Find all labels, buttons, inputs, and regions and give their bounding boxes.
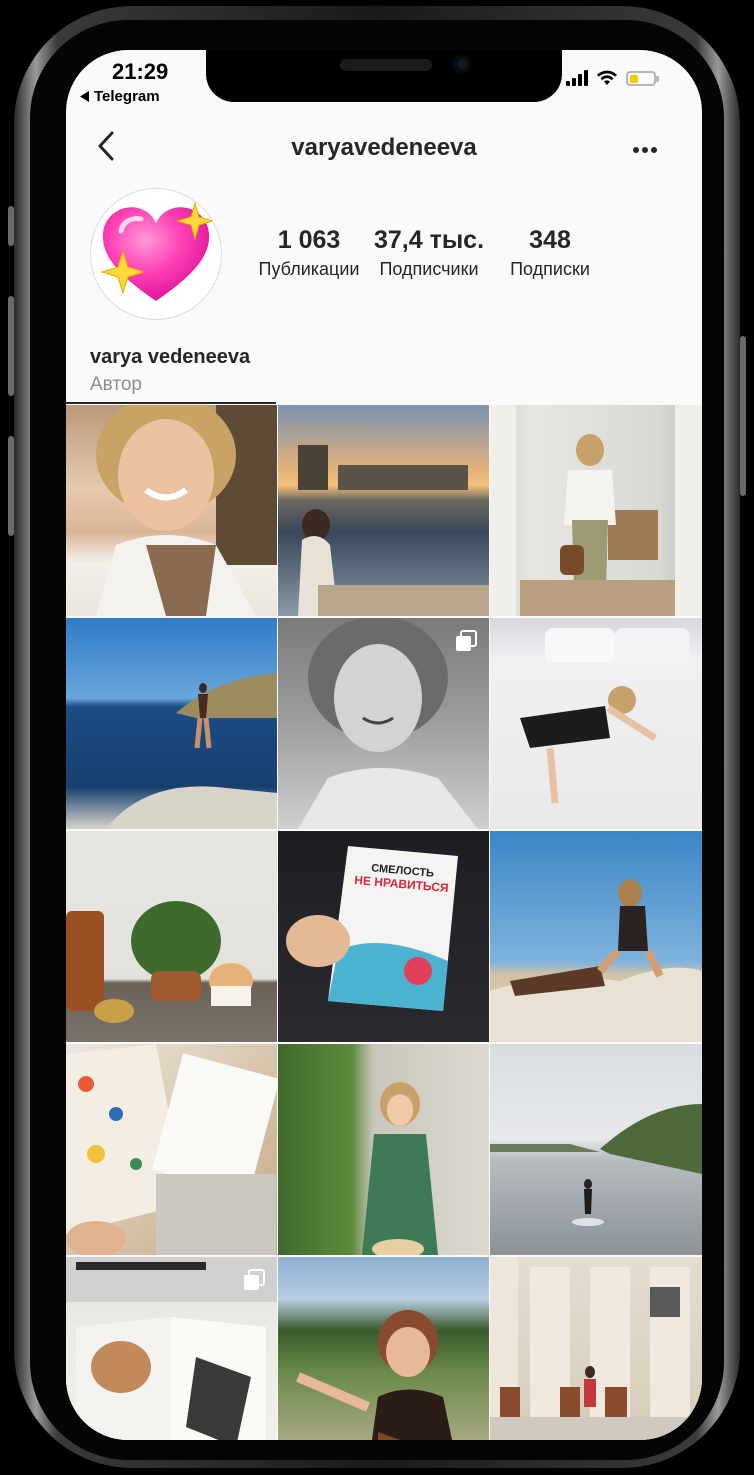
post-bed[interactable]: [490, 618, 702, 829]
profile-header: varyavedeneeva: [66, 120, 702, 174]
more-horizontal-icon: [633, 147, 657, 153]
stat-following[interactable]: 348 Подписки: [492, 226, 608, 280]
post-plant-candle[interactable]: [66, 831, 277, 1042]
cellular-signal-icon: [566, 70, 588, 86]
status-icons: [566, 70, 659, 86]
post-notebooks[interactable]: [66, 1044, 277, 1255]
photo-paddleboard: [490, 1104, 702, 1226]
stat-following-value: 348: [529, 226, 571, 254]
back-to-app[interactable]: Telegram: [80, 88, 160, 105]
wifi-icon: [597, 70, 617, 85]
photo-beach-rocks: [490, 879, 702, 1042]
profile-stats: 1 063 Публикации 37,4 тыс. Подписчики 34…: [252, 226, 608, 280]
front-camera: [453, 55, 471, 73]
photo-building: [490, 1257, 702, 1440]
profile-category: Автор: [90, 374, 142, 395]
stat-following-label: Подписки: [510, 259, 590, 279]
post-paddleboard[interactable]: [490, 1044, 702, 1255]
photo-park-selfie: [296, 1310, 453, 1440]
notch: [206, 50, 562, 102]
volume-down-button: [8, 436, 14, 536]
post-beach-rocks[interactable]: [490, 831, 702, 1042]
profile-username: varyavedeneeva: [291, 134, 477, 161]
post-green-dress[interactable]: [278, 1044, 489, 1255]
photo-green-dress: [362, 1082, 438, 1255]
battery-level: [630, 74, 638, 83]
photo-smiling-portrait: [96, 405, 277, 616]
phone-screen: 21:29 Telegram varyavedeneeva 1 063 Публ…: [66, 50, 702, 1440]
photo-sea-cliff: [106, 673, 277, 829]
back-triangle-icon: [80, 91, 89, 102]
grid-tab-indicator: [66, 402, 276, 404]
multiple-photos-icon: [244, 1269, 265, 1290]
photo-plant-candle: [66, 901, 253, 1023]
stat-followers-label: Подписчики: [379, 259, 479, 279]
stat-posts-value: 1 063: [277, 226, 341, 254]
stat-followers-value: 37,4 тыс.: [373, 226, 485, 254]
post-bw-portrait[interactable]: [278, 618, 489, 829]
status-time: 21:29: [112, 59, 169, 84]
mute-switch: [8, 206, 14, 246]
multiple-photos-icon: [456, 630, 477, 651]
profile-full-name: varya vedeneeva: [90, 346, 251, 368]
photo-bed: [520, 628, 690, 804]
post-mirror-outfit[interactable]: [490, 405, 702, 616]
stat-posts-label: Публикации: [258, 259, 360, 279]
volume-up-button: [8, 296, 14, 396]
post-building[interactable]: [490, 1257, 702, 1440]
post-river-sunset[interactable]: [278, 405, 489, 616]
post-sea-cliff[interactable]: [66, 618, 277, 829]
sparkling-heart-icon: [100, 201, 215, 301]
post-smiling-portrait[interactable]: [66, 405, 277, 616]
more-options-button[interactable]: [632, 130, 658, 161]
post-book[interactable]: СМЕЛОСТЬ НЕ НРАВИТЬСЯ: [278, 831, 489, 1042]
power-button: [740, 336, 746, 496]
speaker: [340, 59, 432, 71]
battery-icon: [626, 70, 659, 86]
stat-posts[interactable]: 1 063 Публикации: [252, 226, 366, 280]
photo-river-sunset: [298, 445, 489, 616]
post-laptop-magazine[interactable]: [66, 1257, 277, 1440]
profile-avatar[interactable]: [90, 188, 222, 320]
back-app-label: Telegram: [94, 88, 160, 105]
photo-mirror-outfit: [490, 405, 702, 616]
posts-grid: СМЕЛОСТЬ НЕ НРАВИТЬСЯ: [66, 405, 702, 1440]
post-park-selfie[interactable]: [278, 1257, 489, 1440]
photo-notebooks: [66, 1044, 277, 1255]
stat-followers[interactable]: 37,4 тыс. Подписчики: [366, 226, 492, 280]
